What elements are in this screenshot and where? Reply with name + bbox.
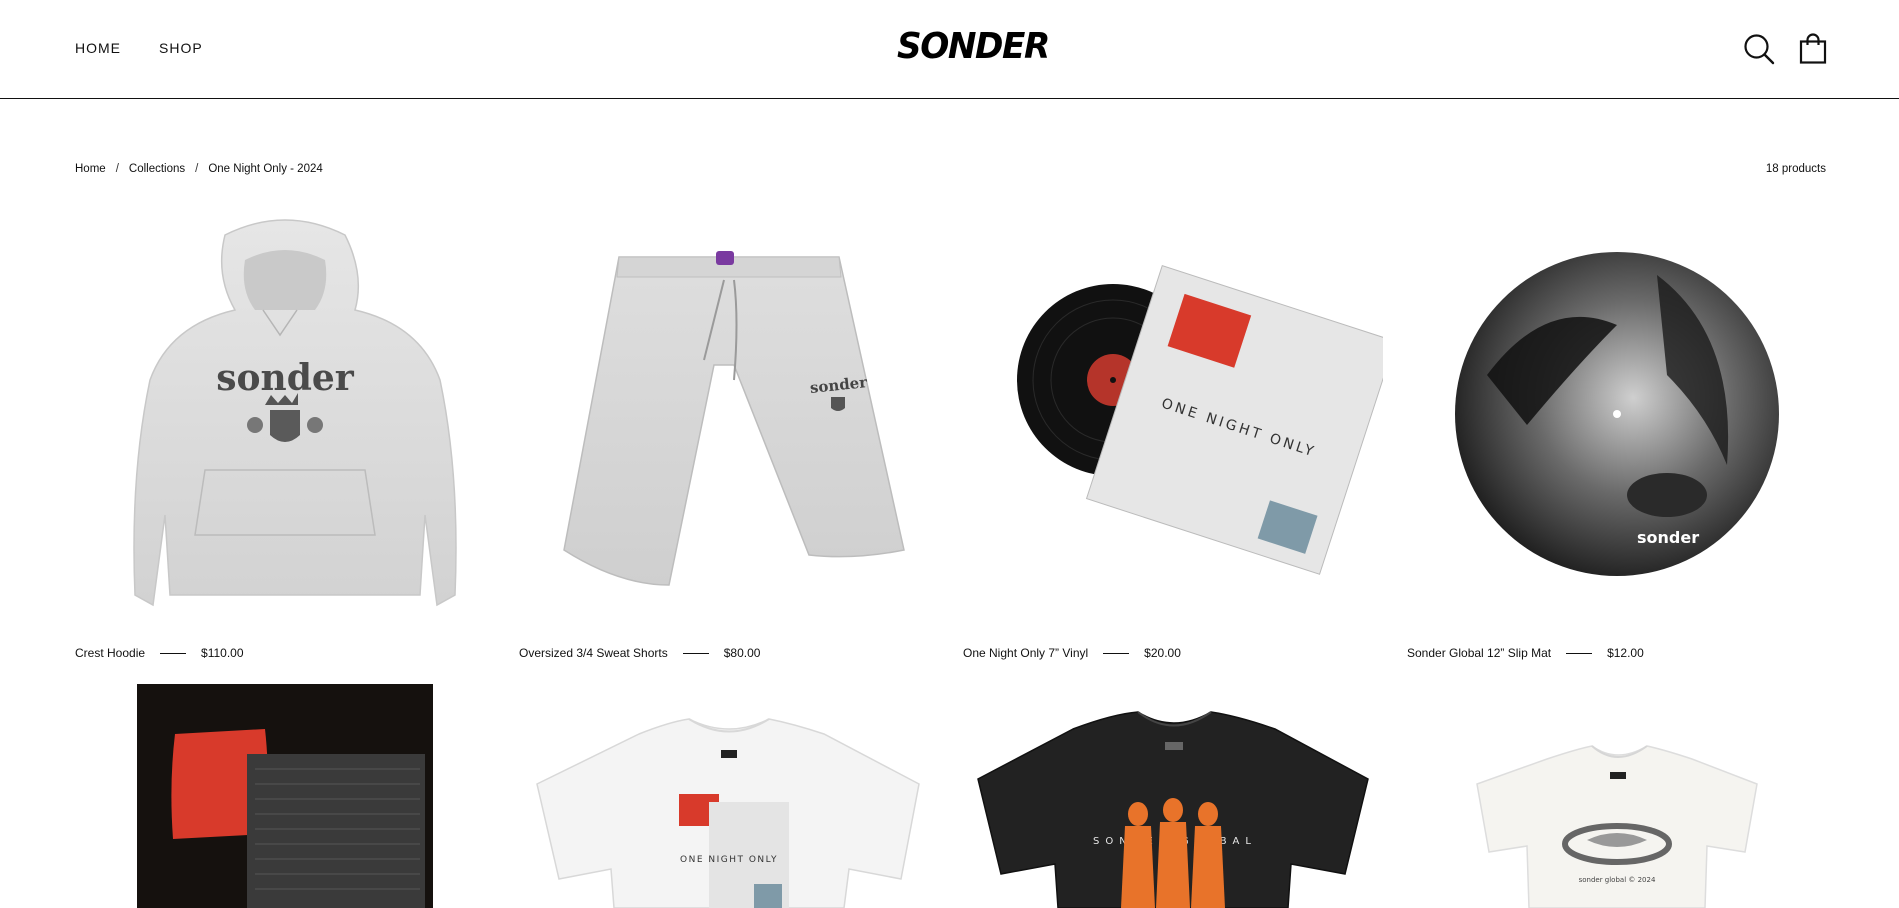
shopping-bag-icon[interactable] [1796, 32, 1830, 66]
price-divider [1103, 652, 1130, 654]
product-image-slipmat[interactable]: sonder [1407, 215, 1827, 633]
product-meta: One Night Only 7” Vinyl $20.00 [963, 646, 1181, 660]
product-count: 18 products [1765, 163, 1826, 175]
nav-home-link[interactable]: HOME [75, 40, 121, 56]
product-price: $20.00 [1144, 646, 1181, 660]
site-header: HOME SHOP SONDER [0, 0, 1899, 99]
product-image-vinyl[interactable]: ONE NIGHT ONLY [963, 215, 1396, 633]
main-nav: HOME SHOP [75, 40, 203, 56]
breadcrumb: Home / Collections / One Night Only - 20… [75, 163, 323, 175]
product-meta: Sonder Global 12” Slip Mat $12.00 [1407, 646, 1644, 660]
hoodie-print-text: sonder [216, 357, 355, 399]
product-name[interactable]: Sonder Global 12” Slip Mat [1407, 646, 1551, 660]
product-meta: Crest Hoodie $110.00 [75, 646, 244, 660]
product-image-baby-tee[interactable]: sonder global © 2024 [1407, 684, 1827, 908]
search-icon[interactable] [1742, 32, 1776, 66]
product-name[interactable]: Crest Hoodie [75, 646, 145, 660]
breadcrumb-collections-link[interactable]: Collections [129, 163, 185, 175]
product-meta: Oversized 3/4 Sweat Shorts $80.00 [519, 646, 760, 660]
breadcrumb-home-link[interactable]: Home [75, 163, 106, 175]
product-image-poster[interactable] [75, 684, 495, 908]
breadcrumb-current: One Night Only - 2024 [208, 163, 323, 175]
product-price: $12.00 [1607, 646, 1644, 660]
product-image-crest-hoodie[interactable]: sonder [75, 215, 495, 633]
product-price: $110.00 [201, 646, 244, 660]
product-image-sweat-shorts[interactable]: sonder [519, 215, 939, 633]
price-divider [1566, 652, 1593, 654]
product-name[interactable]: Oversized 3/4 Sweat Shorts [519, 646, 668, 660]
baby-tee-print-text: sonder global © 2024 [1579, 876, 1656, 884]
nav-shop-link[interactable]: SHOP [159, 40, 203, 56]
product-name[interactable]: One Night Only 7” Vinyl [963, 646, 1088, 660]
price-divider [160, 652, 187, 654]
product-price: $80.00 [723, 646, 761, 660]
white-tee-print-text: ONE NIGHT ONLY [680, 855, 778, 865]
slipmat-label-text: sonder [1637, 528, 1699, 547]
site-logo[interactable]: SONDER [897, 26, 1050, 67]
price-divider [682, 652, 709, 654]
breadcrumb-separator: / [195, 163, 199, 175]
breadcrumb-separator: / [115, 163, 119, 175]
product-image-white-tee[interactable]: ONE NIGHT ONLY [519, 684, 939, 908]
product-image-black-tee[interactable]: SONDER GLOBAL [963, 684, 1383, 908]
